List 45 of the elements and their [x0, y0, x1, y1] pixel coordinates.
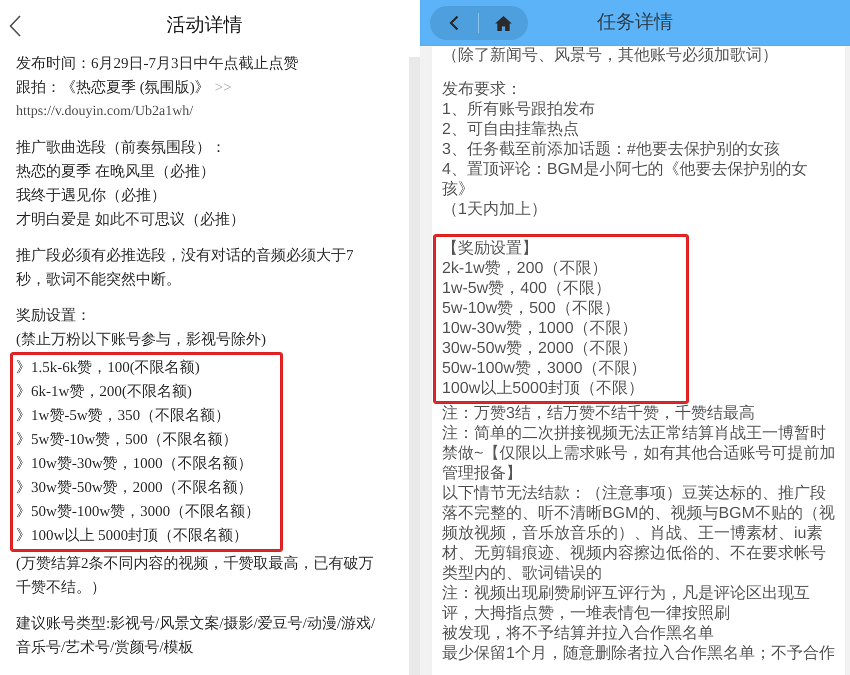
section-heading: 发布要求： — [442, 80, 522, 100]
publish-time-text: 发布时间：6月29日-7月3日中午点截止点赞 — [15, 54, 300, 74]
follow-text: 跟拍：《热恋夏季 (氛围版)》 — [16, 78, 210, 98]
page-title: 活动详情 — [166, 14, 244, 38]
restriction-note: (禁止万粉以下账号参与，影视号除外) — [15, 330, 267, 350]
settlement-note: (万赞结算2条不同内容的视频，千赞取最高，已有破万 千赞不结。） — [15, 554, 374, 598]
reward-tier-text: 》100w以上 5000封顶（不限名额） — [16, 526, 248, 546]
reward-tier-text: 5w-10w赞，500（不限） — [442, 299, 620, 319]
chevron-left-icon — [449, 15, 459, 31]
song-text: 才明白爱是 如此不可思议（必推） — [15, 210, 246, 230]
home-icon — [494, 16, 512, 30]
reward-tier-text: 50w-100w赞，3000（不限） — [442, 359, 647, 379]
song-text: 热恋的夏季 在晚风里（必推） — [15, 162, 216, 182]
note-paragraph: 注：视频出现刷赞刷评互评行为，凡是评论区出现互 评，大拇指点赞，一堆表情包一律按照刷 被发现，将不予结算并拉入合作黑名单 最少保留1个月，随意删除者拉入合作黑名单；不予合作 — [442, 584, 835, 664]
note-paragraph: 注：万赞3结，结万赞不结千赞，千赞结最高 — [442, 404, 755, 424]
reward-tier-text: 》50w赞-100w赞，3000（不限名额） — [16, 502, 260, 522]
reward-tier-text: 1w-5w赞，400（不限） — [442, 279, 611, 299]
more-link[interactable]: >> — [214, 76, 232, 100]
rule-paragraph: 推广段必须有必推选段，没有对话的音频必须大于7 秒，歌词不能突然中断。 — [15, 246, 354, 290]
reward-tier-text: 》5w赞-10w赞，500（不限名额） — [16, 430, 238, 450]
reward-tier-text: 》1w赞-5w赞，350（不限名额） — [16, 406, 230, 426]
reward-tier-text: 》30w赞-50w赞，2000（不限名额） — [16, 478, 253, 498]
section-heading: 推广歌曲选段（前奏氛围段）： — [15, 138, 227, 158]
chevron-left-icon — [9, 15, 21, 37]
url-text: https://v.douyin.com/Ub2a1wh/ — [15, 103, 194, 121]
note-paragraph: 注：简单的二次拼接视频无法正常结算肖战王一博暂时 禁做~【仅限以上需求账号，如有其他合适账号可提前加 管理报备】 — [442, 424, 836, 484]
reward-tier-text: 》1.5k-6k赞，100(不限名额) — [16, 358, 200, 378]
reward-tier-text: 》6k-1w赞，200(不限名额) — [16, 382, 192, 402]
reward-tier-text: 10w-30w赞，1000（不限） — [442, 319, 638, 339]
reward-tier-text: 2k-1w赞，200（不限） — [442, 259, 608, 279]
requirement-text: 4、置顶评论：BGM是小阿七的《他要去保护别的女 孩》 — [442, 160, 808, 200]
note-paragraph: 以下情节无法结款：（注意事项）豆荚达标的、推广段 落不完整的、听不清晰BGM的、视频与BGM不贴的（视 频放视频，音乐放音乐的）、肖战、王一博素材、iu素 材、无剪辑痕迹、视频内容擦边低俗的、不在要求帐号 类型内的、歌词错误的 — [442, 484, 835, 584]
song-text: 我终于遇见你（必推） — [15, 186, 167, 206]
reward-tier-text: 100w以上5000封顶（不限） — [442, 379, 644, 399]
account-types-paragraph: 建议账号类型:影视号/风景文案/摄影/爱豆号/动漫/游戏/ 音乐号/艺术号/赏颜号/模板 — [14, 614, 376, 658]
requirement-text: 1、所有账号跟拍发布 — [442, 100, 595, 120]
page-title: 任务详情 — [596, 11, 674, 35]
requirement-text: 3、任务截至前添加话题：#他要去保护别的女孩 — [442, 140, 780, 160]
lyrics-note: （除了新闻号、风景号，其他账号必须加歌词） — [442, 46, 778, 66]
requirement-text: 2、可自由挂靠热点 — [442, 120, 579, 140]
requirement-note: （1天内加上） — [442, 200, 547, 220]
reward-tier-text: 》10w赞-30w赞，1000（不限名额） — [16, 454, 253, 474]
section-heading: 【奖励设置】 — [442, 239, 538, 259]
section-heading: 奖励设置： — [15, 306, 92, 326]
reward-tier-text: 30w-50w赞，2000（不限） — [442, 339, 638, 359]
